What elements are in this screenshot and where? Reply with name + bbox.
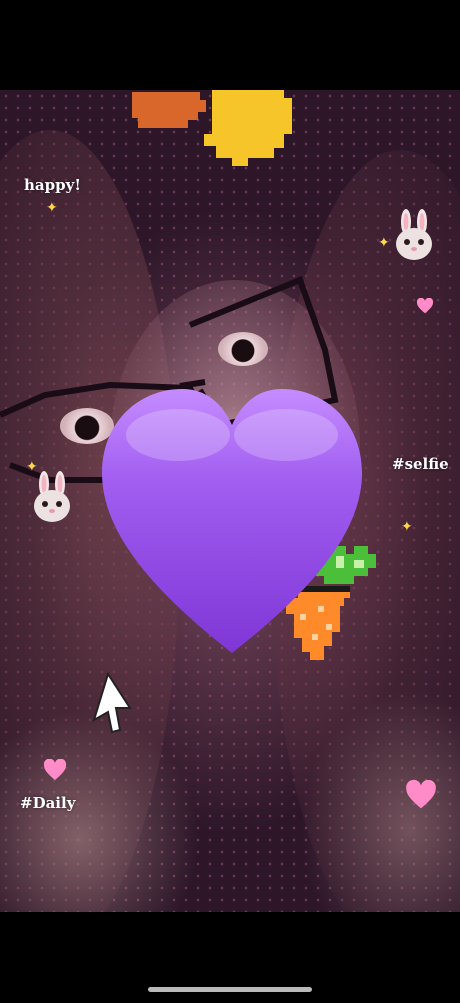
story-screen: happy! #selfie #Daily ✦ ✦ ✦ ✦ xyxy=(0,0,460,1003)
sparkle-icon: ✦ xyxy=(46,200,58,216)
selfie-photo: happy! #selfie #Daily ✦ ✦ ✦ ✦ xyxy=(0,90,460,912)
small-heart-icon xyxy=(406,780,436,809)
pixel-fruit-top xyxy=(132,90,292,166)
home-indicator[interactable] xyxy=(148,987,312,992)
big-purple-heart-icon xyxy=(102,389,362,653)
bunny-icon xyxy=(396,209,432,260)
sparkle-icon: ✦ xyxy=(378,235,390,251)
small-heart-icon xyxy=(416,298,434,314)
bunny-icon xyxy=(34,471,70,522)
small-heart-icon xyxy=(43,759,67,780)
sparkle-icon: ✦ xyxy=(401,519,413,535)
pixel-cursor-icon xyxy=(92,672,132,734)
sticker-daily: #Daily xyxy=(20,794,76,812)
sticker-selfie: #selfie xyxy=(392,455,449,473)
sticker-happy: happy! xyxy=(24,176,81,194)
